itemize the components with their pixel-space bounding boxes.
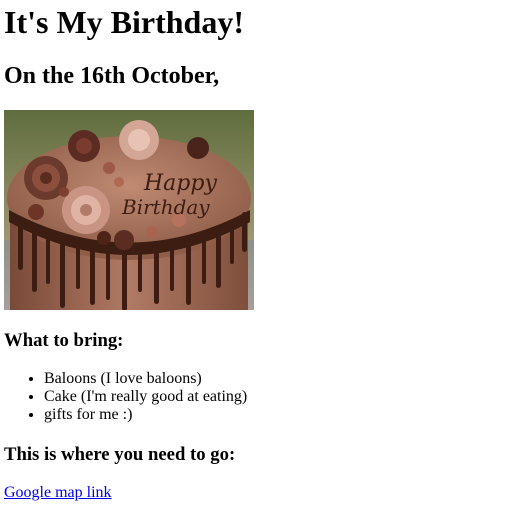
bring-list: Baloons (I love baloons) Cake (I'm reall… bbox=[4, 370, 501, 424]
google-map-link[interactable]: Google map link bbox=[4, 484, 112, 502]
list-item: gifts for me :) bbox=[44, 406, 501, 424]
date-heading: On the 16th October, bbox=[4, 63, 220, 89]
what-to-bring-heading: What to bring: bbox=[4, 330, 124, 351]
list-item: Baloons (I love baloons) bbox=[44, 370, 501, 388]
location-heading: This is where you need to go: bbox=[4, 444, 236, 465]
birthday-cake-image: Happy Birthday bbox=[4, 110, 254, 310]
page: It's My Birthday! On the 16th October, H… bbox=[0, 0, 509, 502]
page-title: It's My Birthday! bbox=[4, 4, 244, 40]
birthday-cake-photo: Happy Birthday bbox=[4, 110, 254, 310]
list-item: Cake (I'm really good at eating) bbox=[44, 388, 501, 406]
cake-inscription-birthday: Birthday bbox=[121, 195, 210, 219]
cake-inscription-happy: Happy bbox=[143, 171, 217, 196]
